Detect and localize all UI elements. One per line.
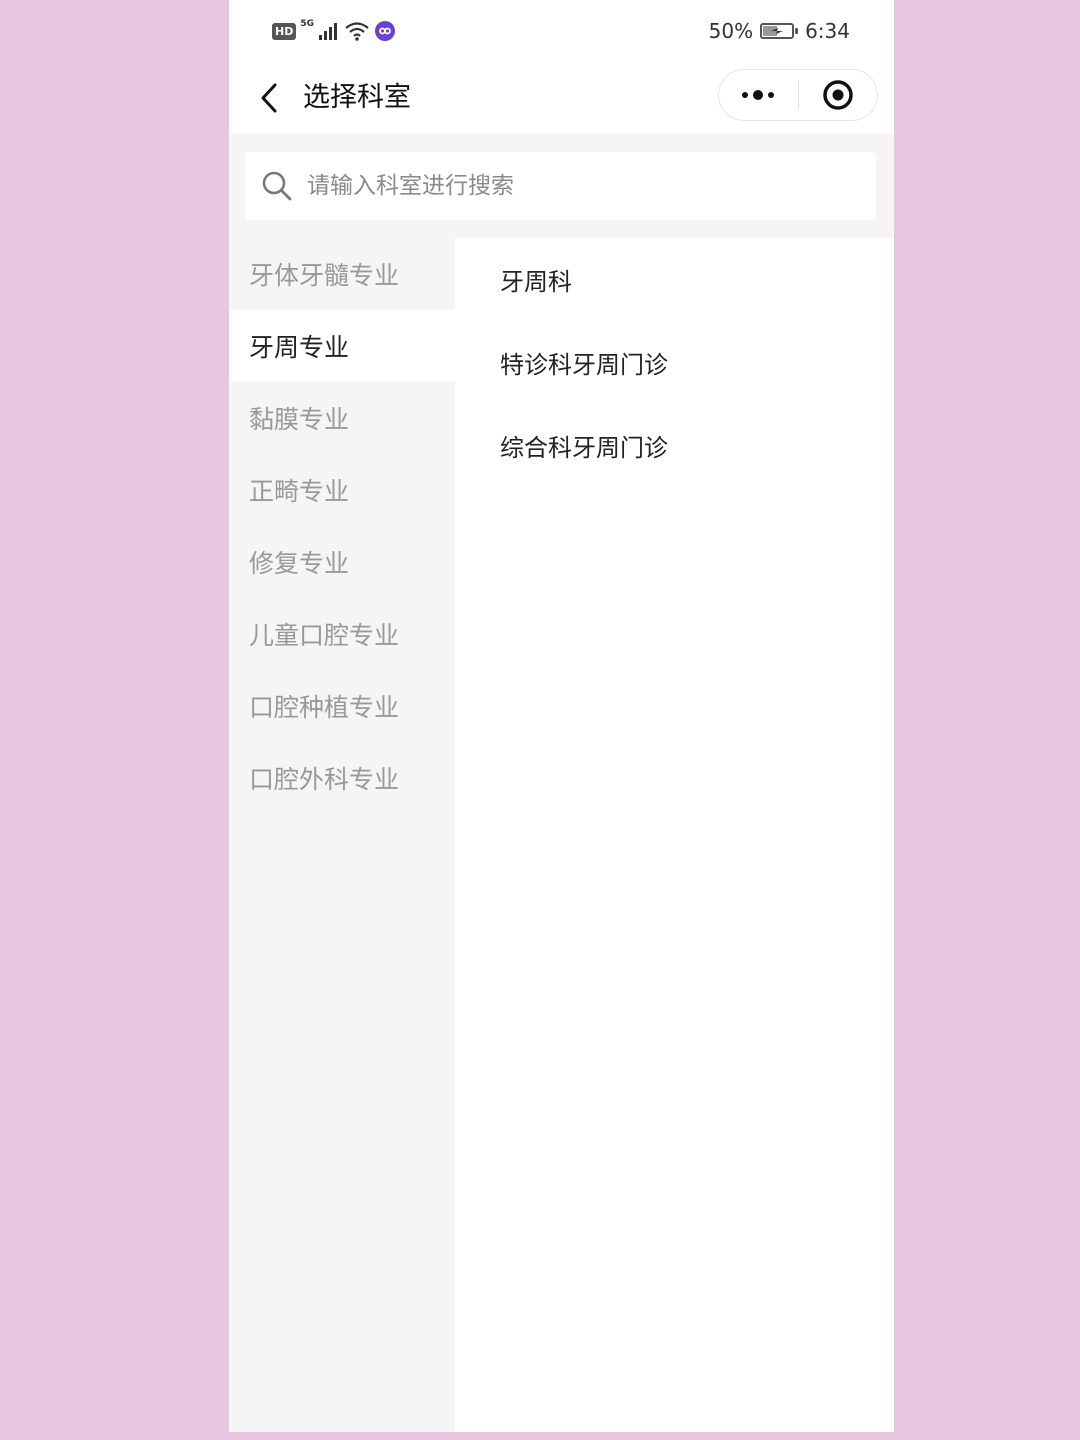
category-item[interactable]: 正畸专业	[229, 454, 455, 526]
category-menu: 牙体牙髓专业 牙周专业 黏膜专业 正畸专业 修复专业 儿童口腔专业 口腔种植专业 口腔外科专业	[229, 238, 455, 1432]
back-button[interactable]	[249, 78, 289, 118]
content-area: 牙体牙髓专业 牙周专业 黏膜专业 正畸专业 修复专业 儿童口腔专业 口腔种植专业 口腔外科专业…	[229, 238, 894, 1432]
status-right: 50% 6:34	[709, 16, 850, 46]
department-list: 牙周科 特诊科牙周门诊 综合科牙周门诊	[455, 238, 894, 487]
page-title: 选择科室	[303, 82, 411, 113]
category-item[interactable]: 儿童口腔专业	[229, 598, 455, 670]
department-item[interactable]: 综合科牙周门诊	[455, 404, 894, 487]
category-item[interactable]: 牙体牙髓专业	[229, 238, 455, 310]
phone-screen: HD 5G 50% 6:34 选择科室 请输入科室进行搜索 牙体牙髓专业 牙周专…	[229, 0, 894, 1432]
charging-icon	[771, 28, 784, 34]
search-area	[229, 134, 894, 238]
target-circle-icon	[823, 80, 853, 110]
network-type: 5G	[300, 19, 314, 29]
category-item[interactable]: 口腔外科专业	[229, 742, 455, 814]
category-item[interactable]: 黏膜专业	[229, 382, 455, 454]
category-item[interactable]: 口腔种植专业	[229, 670, 455, 742]
clock: 6:34	[805, 19, 850, 43]
department-item[interactable]: 牙周科	[455, 238, 894, 321]
link-app-icon	[375, 21, 395, 41]
chevron-left-icon	[261, 83, 277, 113]
search-input[interactable]	[307, 166, 847, 206]
battery-percent: 50%	[708, 19, 754, 43]
hd-badge: HD	[272, 22, 297, 40]
signal-icon	[319, 23, 337, 40]
department-panel: 牙周科 特诊科牙周门诊 综合科牙周门诊	[455, 238, 894, 1426]
battery-icon	[760, 23, 799, 39]
category-item[interactable]: 牙周专业	[229, 310, 455, 382]
wifi-icon	[345, 22, 369, 41]
status-bar: HD 5G 50% 6:34	[229, 0, 894, 62]
search-icon	[259, 168, 295, 204]
status-left: HD 5G	[272, 18, 396, 44]
close-mini-program-button[interactable]	[799, 70, 878, 120]
department-item[interactable]: 特诊科牙周门诊	[455, 321, 894, 404]
more-button[interactable]	[719, 70, 798, 120]
mini-program-capsule	[718, 69, 878, 121]
more-dots-icon	[742, 90, 775, 100]
search-box[interactable]	[245, 152, 876, 220]
category-item[interactable]: 修复专业	[229, 526, 455, 598]
nav-bar: 选择科室	[229, 62, 894, 134]
